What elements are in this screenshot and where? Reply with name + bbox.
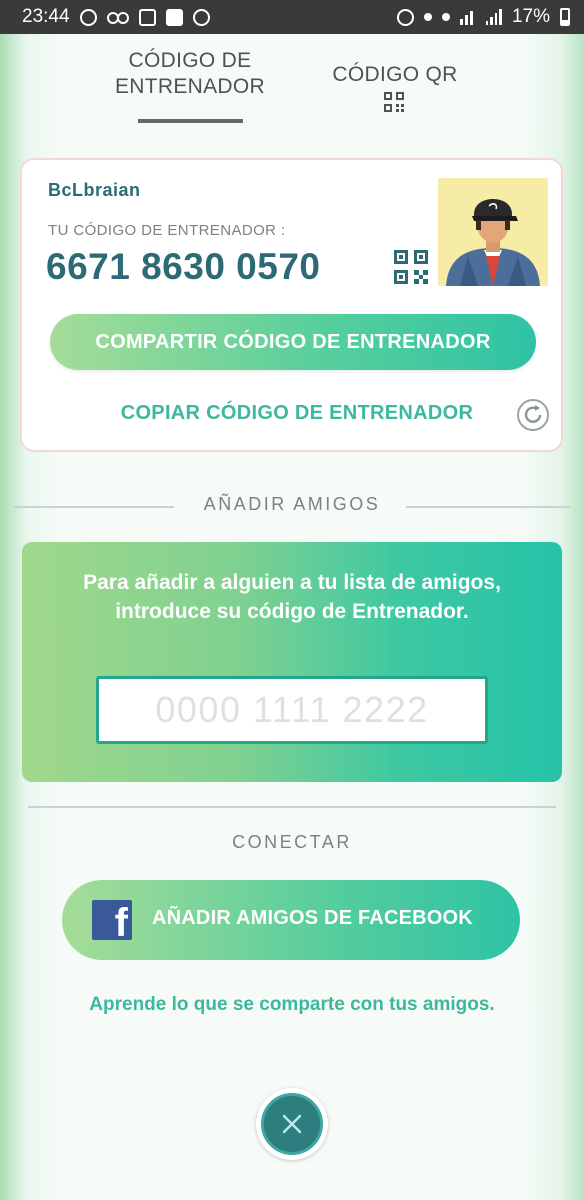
status-left: 23:44 (22, 6, 210, 28)
tab-qr-code-label: CÓDIGO QR (332, 63, 458, 86)
whatsapp-icon (79, 8, 97, 26)
mute-icon (423, 13, 432, 21)
add-friends-divider-left (14, 506, 174, 508)
tab-trainer-code[interactable]: CÓDIGO DE ENTRENADOR (100, 48, 280, 100)
facebook-button-label: AÑADIR AMIGOS DE FACEBOOK (152, 907, 473, 929)
tab-qr-code[interactable]: CÓDIGO QR (320, 62, 470, 88)
voicemail-icon (106, 12, 129, 24)
status-right: 17% (396, 6, 570, 28)
tab-trainer-code-line2: ENTRENADOR (114, 75, 265, 98)
location-icon (441, 13, 450, 21)
trainer-code-label: TU CÓDIGO DE ENTRENADOR : (48, 222, 286, 239)
close-button[interactable] (256, 1088, 328, 1160)
refresh-icon[interactable] (516, 398, 550, 432)
learn-sharing-link[interactable]: Aprende lo que se comparte con tus amigo… (40, 994, 544, 1016)
trainer-username: BcLbraian (48, 180, 141, 200)
gallery-icon (138, 8, 156, 26)
trainer-avatar (438, 178, 548, 286)
battery-icon (560, 8, 570, 26)
add-friends-divider-right (406, 506, 570, 508)
alarm-icon (396, 8, 414, 26)
facebook-icon: f (92, 900, 132, 940)
game-icon (192, 8, 210, 26)
share-trainer-code-button[interactable]: COMPARTIR CÓDIGO DE ENTRENADOR (50, 314, 536, 370)
close-icon (282, 1114, 302, 1134)
trainer-code-value: 6671 8630 0570 (46, 246, 321, 287)
add-friends-title: AÑADIR AMIGOS (203, 494, 381, 514)
status-bar: 23:44 17% (0, 0, 584, 34)
trainer-code-input[interactable] (96, 676, 488, 744)
app-icon (165, 8, 183, 26)
battery-percent: 17% (511, 6, 550, 27)
connect-title: CONECTAR (232, 832, 352, 852)
status-time: 23:44 (22, 6, 70, 27)
copy-trainer-code-link[interactable]: COPIAR CÓDIGO DE ENTRENADOR (82, 402, 512, 425)
qr-code-icon[interactable] (394, 250, 428, 284)
add-friend-panel: Para añadir a alguien a tu lista de amig… (22, 542, 562, 782)
tab-trainer-code-line1: CÓDIGO DE (128, 49, 252, 72)
connect-divider (28, 806, 556, 808)
trainer-card: BcLbraian TU CÓDIGO DE ENTRENADOR : 6671… (20, 158, 563, 452)
signal-icon (485, 9, 502, 25)
add-friend-description: Para añadir a alguien a tu lista de amig… (83, 571, 501, 623)
active-tab-indicator (138, 119, 243, 123)
qr-icon (384, 92, 404, 112)
close-button-inner (261, 1093, 323, 1155)
add-facebook-friends-button[interactable]: f AÑADIR AMIGOS DE FACEBOOK (62, 880, 520, 960)
wifi-icon (459, 9, 476, 25)
